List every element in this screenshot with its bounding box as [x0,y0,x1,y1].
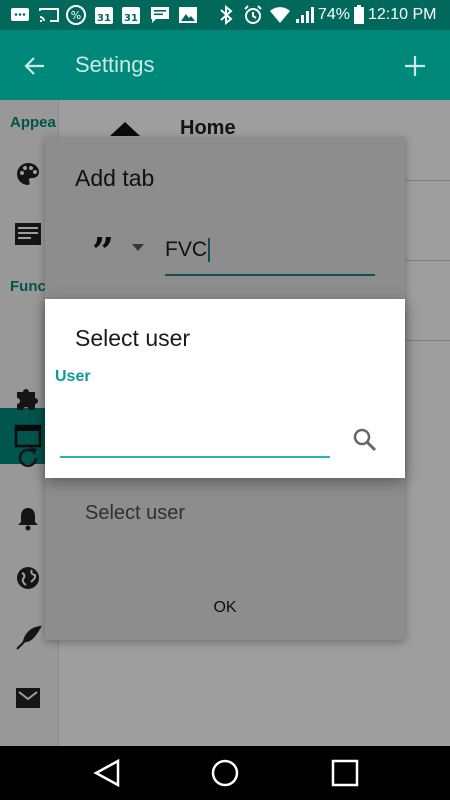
svg-text:%: % [71,9,81,22]
battery-icon [353,5,365,24]
alarm-icon [243,5,263,24]
status-bar: % 31 31 74% 12:10 PM [0,0,450,30]
app-bar: Settings [0,30,450,100]
wifi-icon [269,6,291,24]
calendar-day-1: 31 [97,13,111,24]
search-icon[interactable] [350,425,380,455]
arrow-left-icon[interactable] [22,53,48,79]
home-circle-icon[interactable] [210,758,240,788]
calendar-day-2: 31 [124,13,138,24]
calendar-icon: 31 [94,6,114,24]
message-icon [150,6,170,24]
battery-percent: 74% [318,6,351,23]
user-field-label: User [55,368,91,385]
signal-icon [295,6,315,24]
clock: 12:10 PM [368,6,437,23]
navigation-bar [0,746,450,800]
recents-square-icon[interactable] [330,758,360,788]
image-icon [178,6,198,24]
back-triangle-icon[interactable] [92,758,122,788]
page-title: Settings [75,52,155,77]
percent-icon: % [66,5,86,25]
cast-icon [38,6,60,24]
bluetooth-icon [218,5,234,25]
select-user-dialog-title: Select user [75,325,191,351]
calendar-icon: 31 [121,6,141,24]
user-search-input[interactable] [60,418,330,458]
plus-icon[interactable] [402,53,428,79]
notification-icon [10,6,30,24]
